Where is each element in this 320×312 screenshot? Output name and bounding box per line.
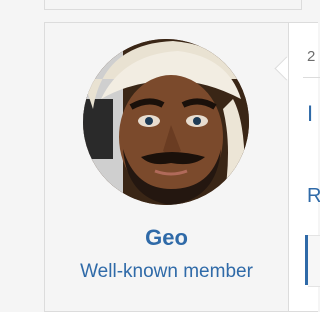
member-avatar[interactable] <box>83 39 249 205</box>
post-header-divider <box>303 77 320 78</box>
post-date[interactable]: 2 <box>307 48 315 65</box>
message-user-cell: Geo Well-known member <box>44 22 288 312</box>
message-content-panel: 2 I R <box>288 22 320 312</box>
post-link[interactable]: I <box>307 101 313 127</box>
previous-post-card-edge <box>44 0 302 10</box>
post-link[interactable]: R <box>307 185 320 208</box>
quote-block <box>308 235 320 287</box>
avatar-image <box>83 39 249 205</box>
member-username[interactable]: Geo <box>45 225 288 251</box>
member-title: Well-known member <box>80 261 253 282</box>
